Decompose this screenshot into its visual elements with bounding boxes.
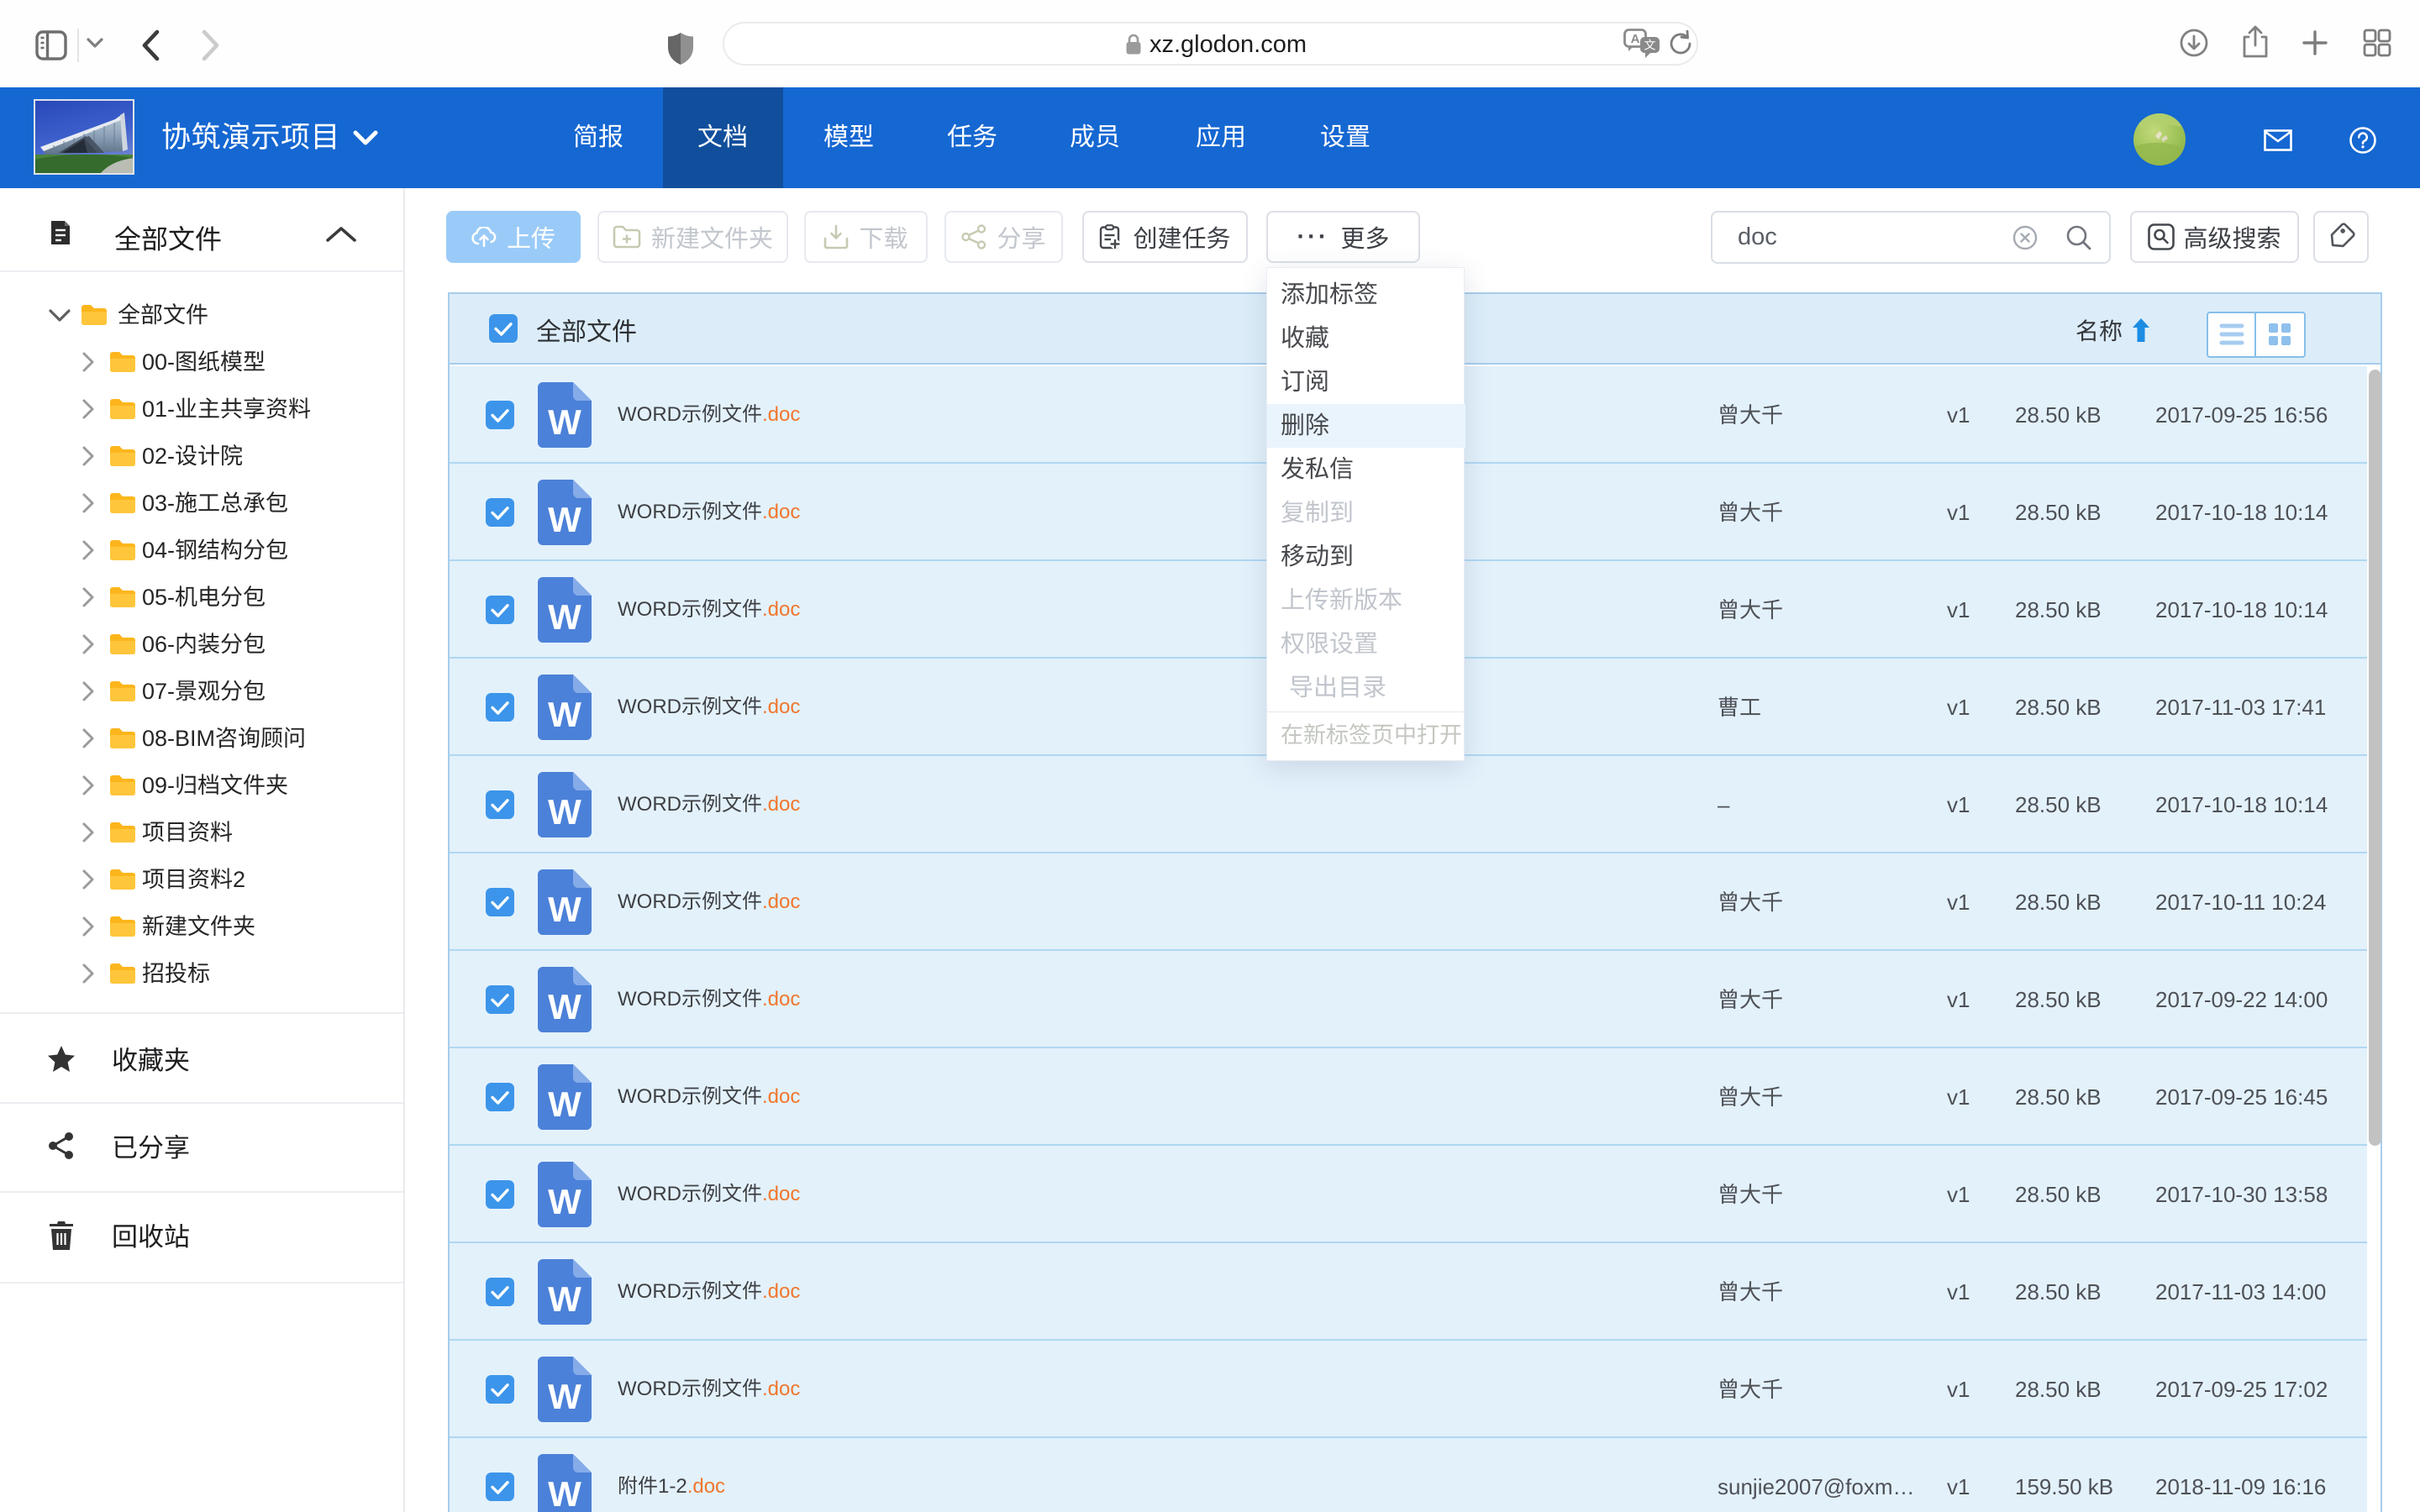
svg-text:文: 文 — [1644, 37, 1656, 54]
svg-text:W: W — [548, 597, 581, 637]
svg-text:W: W — [548, 500, 581, 539]
svg-text:W: W — [548, 1084, 581, 1124]
svg-text:W: W — [548, 1474, 581, 1512]
svg-text:W: W — [548, 987, 581, 1026]
svg-text:W: W — [548, 890, 581, 929]
svg-text:W: W — [548, 1279, 581, 1319]
svg-text:W: W — [548, 1377, 581, 1416]
svg-text:W: W — [548, 792, 581, 832]
svg-text:W: W — [548, 695, 581, 734]
svg-text:W: W — [548, 1182, 581, 1221]
svg-text:A: A — [1631, 32, 1640, 46]
svg-text:W: W — [548, 402, 581, 442]
